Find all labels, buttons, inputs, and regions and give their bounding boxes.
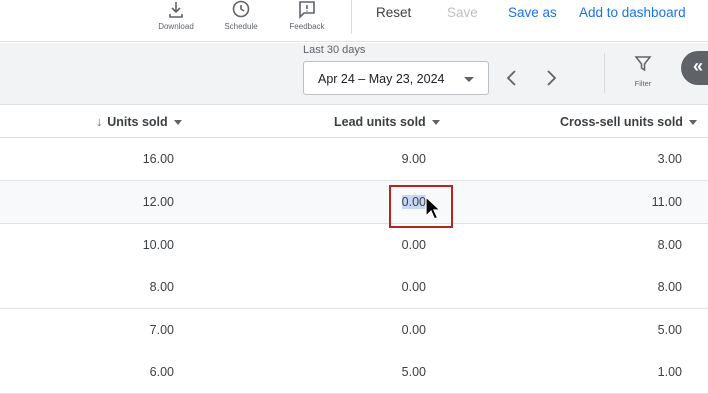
- table-row: 6.00 5.00 1.00: [0, 351, 708, 394]
- table-row: 12.00 0.00 11.00: [0, 181, 708, 224]
- double-chevron-left-icon: «: [693, 56, 704, 76]
- previous-period-button[interactable]: [502, 68, 522, 88]
- save-as-button[interactable]: Save as: [508, 5, 557, 20]
- collapse-panel-button[interactable]: «: [681, 51, 708, 85]
- units-sold-cell[interactable]: 6.00: [100, 365, 174, 379]
- cross-sell-units-sold-cell[interactable]: 3.00: [600, 152, 682, 166]
- lead-units-sold-cell[interactable]: 5.00: [340, 365, 426, 379]
- download-button[interactable]: Download: [152, 0, 200, 40]
- column-header-label: Units sold: [107, 115, 168, 129]
- arrow-down-icon: ↓: [96, 115, 103, 129]
- cell-focus-outline: [389, 185, 453, 228]
- chevron-down-icon: [688, 120, 697, 126]
- cross-sell-units-sold-cell[interactable]: 1.00: [600, 365, 682, 379]
- date-range-picker[interactable]: Apr 24 – May 23, 2024: [303, 61, 489, 95]
- date-filter-bar: Last 30 days Apr 24 – May 23, 2024 Filte…: [0, 43, 708, 105]
- table-row: 16.00 9.00 3.00: [0, 138, 708, 181]
- save-button[interactable]: Save: [447, 5, 478, 20]
- lead-units-sold-cell[interactable]: 0.00: [340, 280, 426, 294]
- column-header-label: Cross-sell units sold: [560, 115, 683, 129]
- lead-units-sold-cell[interactable]: 0.00: [340, 238, 426, 252]
- chevron-left-icon: [506, 70, 516, 86]
- column-header-units-sold[interactable]: ↓ Units sold: [96, 115, 182, 129]
- date-range-value: Apr 24 – May 23, 2024: [318, 72, 445, 86]
- lead-units-sold-cell[interactable]: 9.00: [340, 152, 426, 166]
- units-sold-cell[interactable]: 7.00: [100, 323, 174, 337]
- next-period-button[interactable]: [541, 68, 561, 88]
- clock-icon: [232, 0, 250, 18]
- filter-icon: [634, 56, 652, 72]
- schedule-label: Schedule: [224, 22, 258, 31]
- feedback-label: Feedback: [289, 22, 325, 31]
- add-to-dashboard-button[interactable]: Add to dashboard: [579, 5, 686, 20]
- date-range-caption: Last 30 days: [303, 44, 366, 56]
- filter-label: Filter: [634, 79, 652, 88]
- table-row: 8.00 0.00 8.00: [0, 266, 708, 309]
- table-header: ↓ Units sold Lead units sold Cross-sell u…: [0, 105, 708, 138]
- table-row: 10.00 0.00 8.00: [0, 224, 708, 267]
- filter-divider: [604, 53, 605, 93]
- cross-sell-units-sold-cell[interactable]: 8.00: [600, 238, 682, 252]
- units-sold-cell[interactable]: 16.00: [100, 152, 174, 166]
- report-toolbar: Download Schedule Feedback Reset Save Sa…: [0, 0, 708, 42]
- cross-sell-units-sold-cell[interactable]: 5.00: [600, 323, 682, 337]
- toolbar-divider: [351, 0, 352, 34]
- chevron-down-icon: [464, 77, 474, 82]
- units-sold-cell[interactable]: 8.00: [100, 280, 174, 294]
- column-header-cross-sell-units-sold[interactable]: Cross-sell units sold: [560, 115, 697, 129]
- cross-sell-units-sold-cell[interactable]: 8.00: [600, 280, 682, 294]
- download-label: Download: [158, 22, 194, 31]
- units-sold-cell[interactable]: 12.00: [100, 195, 174, 209]
- table-row: 7.00 0.00 5.00: [0, 309, 708, 352]
- chevron-down-icon: [431, 120, 440, 126]
- filter-button[interactable]: Filter: [628, 55, 658, 95]
- lead-units-sold-cell[interactable]: 0.00: [340, 323, 426, 337]
- column-header-label: Lead units sold: [334, 115, 426, 129]
- mouse-pointer-icon: [425, 196, 442, 220]
- reset-button[interactable]: Reset: [376, 5, 411, 20]
- download-icon: [169, 2, 183, 18]
- chevron-down-icon: [173, 120, 182, 126]
- cross-sell-units-sold-cell[interactable]: 11.00: [600, 195, 682, 209]
- chevron-right-icon: [547, 70, 557, 86]
- feedback-icon: [299, 1, 315, 19]
- schedule-button[interactable]: Schedule: [217, 0, 265, 40]
- feedback-button[interactable]: Feedback: [283, 0, 331, 40]
- units-sold-cell[interactable]: 10.00: [100, 238, 174, 252]
- column-header-lead-units-sold[interactable]: Lead units sold: [334, 115, 440, 129]
